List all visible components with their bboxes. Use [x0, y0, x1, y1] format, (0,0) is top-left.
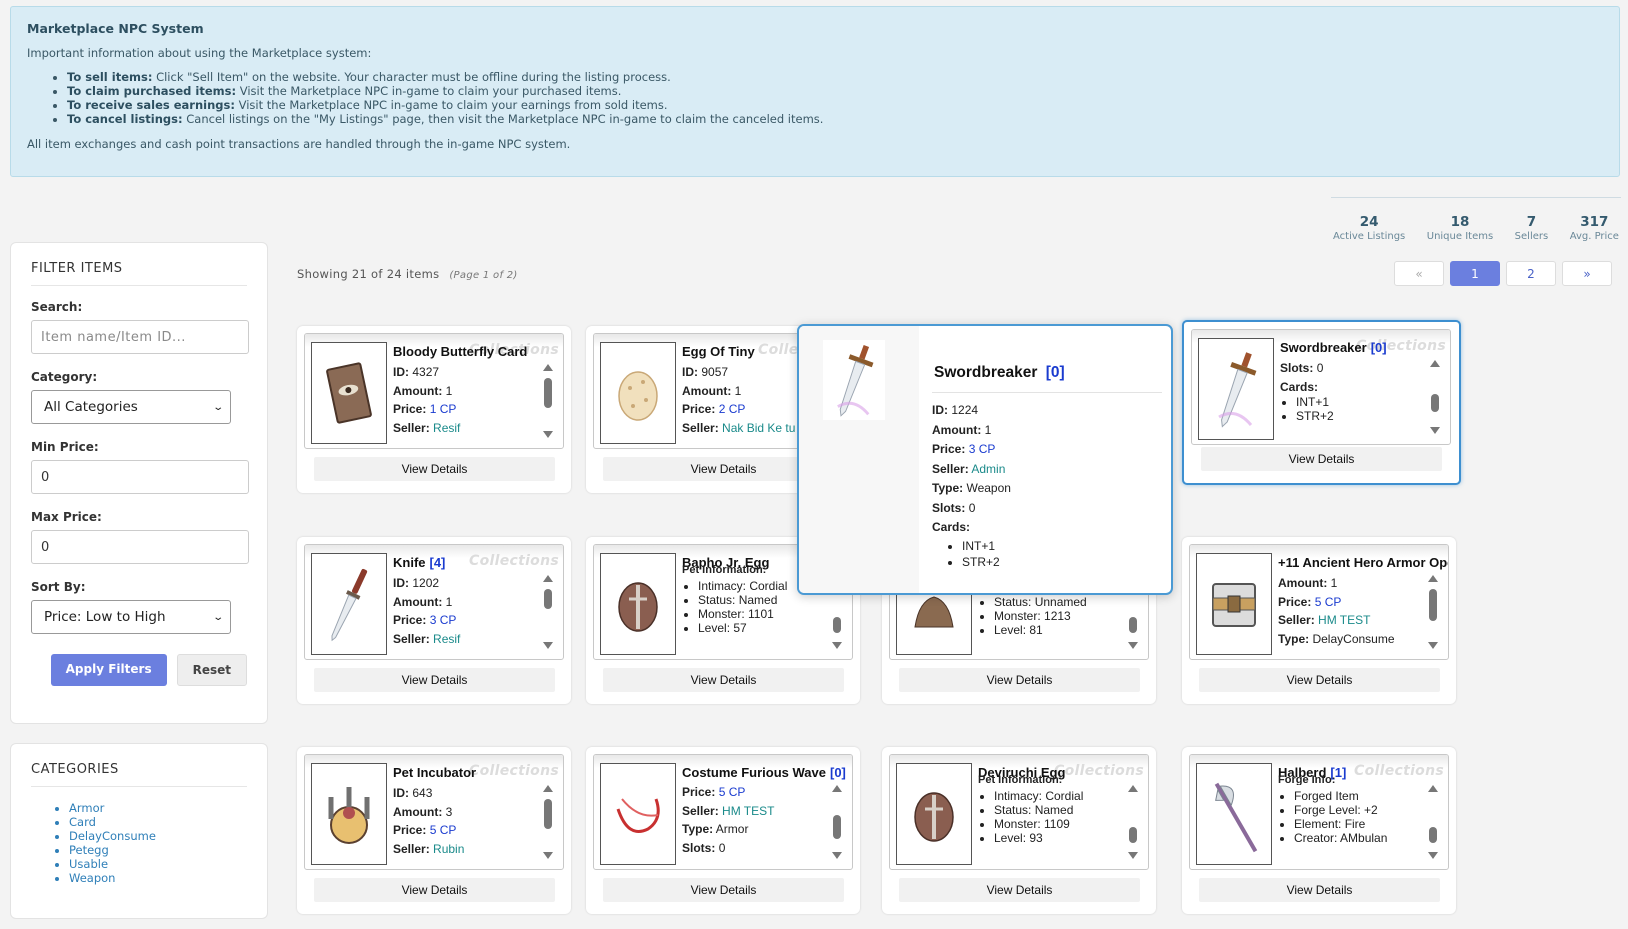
- info-item: To claim purchased items: Visit the Mark…: [67, 84, 1603, 98]
- page-info: (Page 1 of 2): [449, 270, 518, 281]
- category-link-usable[interactable]: Usable: [69, 857, 247, 871]
- item-card: Collections Deviruchi Egg Pet Informatio…: [882, 747, 1156, 914]
- incubator-icon: [311, 763, 387, 865]
- view-details-button[interactable]: View Details: [314, 668, 555, 692]
- category-link-petegg[interactable]: Petegg: [69, 843, 247, 857]
- chevron-down-icon: ⌄: [211, 611, 224, 623]
- item-name: Pet Incubator: [393, 765, 477, 780]
- scrollbar[interactable]: [543, 364, 553, 438]
- sword-icon: [1198, 338, 1274, 440]
- category-label: Category:: [31, 370, 98, 384]
- scrollbar[interactable]: [1430, 360, 1440, 434]
- max-price-input[interactable]: 0: [31, 530, 249, 564]
- box-icon: [1196, 553, 1272, 655]
- stat-sellers: 7 Sellers: [1514, 214, 1549, 242]
- item-name: +11 Ancient Hero Armor Ope: [1278, 555, 1449, 570]
- pagination: « 1 2 »: [1394, 261, 1612, 286]
- item-tooltip: Swordbreaker [0] ID: 1224 Amount: 1 Pric…: [797, 324, 1173, 595]
- item-name: Knife [4]: [393, 555, 446, 570]
- chevron-down-icon: ⌄: [211, 401, 224, 413]
- view-details-button[interactable]: View Details: [1199, 878, 1440, 902]
- stat-avg-price: 317 Avg. Price: [1569, 214, 1619, 242]
- item-name: Bloody Butterfly Card: [393, 344, 528, 359]
- reset-button[interactable]: Reset: [176, 654, 247, 686]
- view-details-button[interactable]: View Details: [314, 457, 555, 481]
- pagination-next[interactable]: »: [1562, 261, 1612, 286]
- view-details-button[interactable]: View Details: [314, 878, 555, 902]
- scrollbar[interactable]: [1428, 785, 1438, 859]
- info-banner: Marketplace NPC System Important informa…: [10, 6, 1620, 177]
- stat-unique-items: 18 Unique Items: [1426, 214, 1494, 242]
- item-card: Costume Furious Wave [0] Price: 5 CP Sell…: [586, 747, 860, 914]
- view-details-button[interactable]: View Details: [1201, 447, 1442, 471]
- category-select[interactable]: All Categories ⌄: [31, 390, 231, 424]
- info-item: To cancel listings: Cancel listings on t…: [67, 112, 1603, 126]
- pagination-page-1[interactable]: 1: [1450, 261, 1500, 286]
- min-price-label: Min Price:: [31, 440, 99, 454]
- filter-panel: FILTER ITEMS Search: Item name/Item ID..…: [10, 242, 268, 724]
- egg-icon: [600, 553, 676, 655]
- search-label: Search:: [31, 300, 83, 314]
- showing-count: Showing 21 of 24 items (Page 1 of 2): [297, 267, 518, 281]
- category-link-delayconsume[interactable]: DelayConsume: [69, 829, 247, 843]
- card-item-icon: [311, 342, 387, 444]
- tooltip-item-name: Swordbreaker [0]: [934, 364, 1065, 381]
- view-details-button[interactable]: View Details: [603, 668, 844, 692]
- halberd-icon: [1196, 763, 1272, 865]
- view-details-button[interactable]: View Details: [899, 668, 1140, 692]
- pagination-prev[interactable]: «: [1394, 261, 1444, 286]
- scrollbar[interactable]: [543, 575, 553, 649]
- scrollbar[interactable]: [543, 785, 553, 859]
- item-name: Egg Of Tiny: [682, 344, 755, 359]
- pagination-page-2[interactable]: 2: [1506, 261, 1556, 286]
- info-list: To sell items: Click "Sell Item" on the …: [67, 70, 1603, 126]
- filter-title: FILTER ITEMS: [31, 261, 247, 286]
- item-card-highlighted: Collections Swordbreaker [0] Slots: 0 Car…: [1182, 320, 1461, 485]
- view-details-button[interactable]: View Details: [603, 878, 844, 902]
- categories-title: CATEGORIES: [31, 762, 247, 787]
- categories-panel: CATEGORIES Armor Card DelayConsume Peteg…: [10, 743, 268, 919]
- sword-icon: [823, 340, 885, 420]
- stat-active-listings: 24 Active Listings: [1333, 214, 1406, 242]
- item-card: Collections Pet Incubator ID: 643 Amount…: [297, 747, 571, 914]
- knife-icon: [311, 553, 387, 655]
- item-card: +11 Ancient Hero Armor Ope Amount: 1 Pri…: [1182, 537, 1456, 704]
- apply-filters-button[interactable]: Apply Filters: [50, 654, 167, 686]
- info-title: Marketplace NPC System: [27, 21, 204, 36]
- wave-icon: [600, 763, 676, 865]
- category-link-armor[interactable]: Armor: [69, 801, 247, 815]
- category-link-card[interactable]: Card: [69, 815, 247, 829]
- info-item: To receive sales earnings: Visit the Mar…: [67, 98, 1603, 112]
- info-item: To sell items: Click "Sell Item" on the …: [67, 70, 1603, 84]
- info-footer: All item exchanges and cash point transa…: [27, 137, 571, 151]
- scrollbar[interactable]: [832, 785, 842, 859]
- scrollbar[interactable]: [1428, 575, 1438, 649]
- egg-icon: [600, 342, 676, 444]
- item-name: Costume Furious Wave [0]: [682, 765, 846, 780]
- sort-select[interactable]: Price: Low to High ⌄: [31, 600, 231, 634]
- min-price-input[interactable]: 0: [31, 460, 249, 494]
- max-price-label: Max Price:: [31, 510, 102, 524]
- search-input[interactable]: Item name/Item ID...: [31, 320, 249, 354]
- item-card: Collections Bloody Butterfly Card ID: 43…: [297, 326, 571, 493]
- item-card: Collections Knife [4] ID: 1202 Amount: 1 …: [297, 537, 571, 704]
- sort-label: Sort By:: [31, 580, 86, 594]
- egg-icon: [896, 763, 972, 865]
- item-name: Swordbreaker [0]: [1280, 340, 1387, 355]
- tooltip-details: ID: 1224 Amount: 1 Price: 3 CP Seller: A…: [932, 401, 1011, 570]
- stats-bar: 24 Active Listings 18 Unique Items 7 Seller…: [1331, 197, 1621, 242]
- view-details-button[interactable]: View Details: [899, 878, 1140, 902]
- view-details-button[interactable]: View Details: [1199, 668, 1440, 692]
- category-link-weapon[interactable]: Weapon: [69, 871, 247, 885]
- info-intro: Important information about using the Ma…: [27, 46, 372, 60]
- scrollbar[interactable]: [1128, 785, 1138, 859]
- item-card: Collections Halberd[1] Forge Info: Forge…: [1182, 747, 1456, 914]
